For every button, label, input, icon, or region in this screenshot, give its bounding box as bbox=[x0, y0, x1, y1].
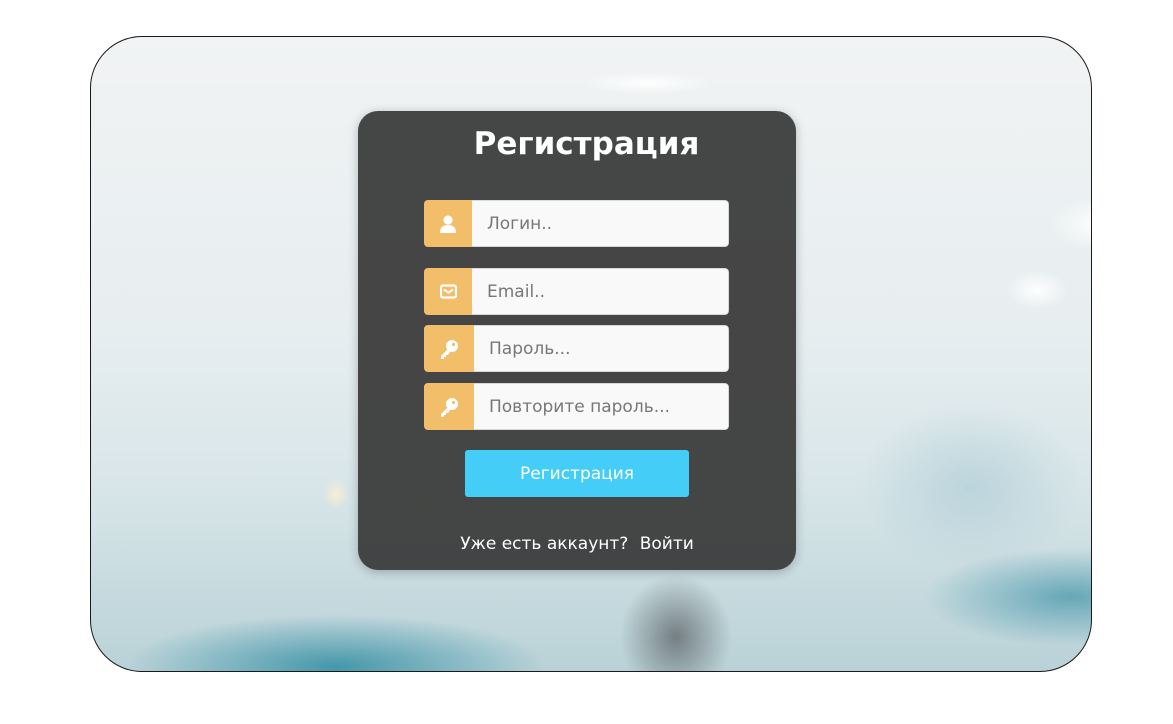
envelope-icon bbox=[424, 268, 472, 315]
key-icon bbox=[424, 383, 474, 430]
email-input[interactable] bbox=[472, 268, 729, 315]
register-button[interactable]: Регистрация bbox=[465, 450, 689, 497]
repeat-password-input[interactable] bbox=[474, 383, 729, 430]
password-field-group bbox=[424, 325, 729, 372]
login-field-group bbox=[424, 200, 729, 247]
form-title: Регистрация bbox=[473, 126, 700, 162]
repeat-password-field-group bbox=[424, 383, 729, 430]
login-prompt-text: Уже есть аккаунт? bbox=[460, 534, 629, 554]
user-icon bbox=[424, 200, 472, 247]
login-link[interactable]: Войти bbox=[640, 534, 694, 554]
password-input[interactable] bbox=[474, 325, 729, 372]
login-input[interactable] bbox=[472, 200, 729, 247]
key-icon bbox=[424, 325, 474, 372]
email-field-group bbox=[424, 268, 729, 315]
login-prompt-row: Уже есть аккаунт? Войти bbox=[358, 532, 796, 556]
